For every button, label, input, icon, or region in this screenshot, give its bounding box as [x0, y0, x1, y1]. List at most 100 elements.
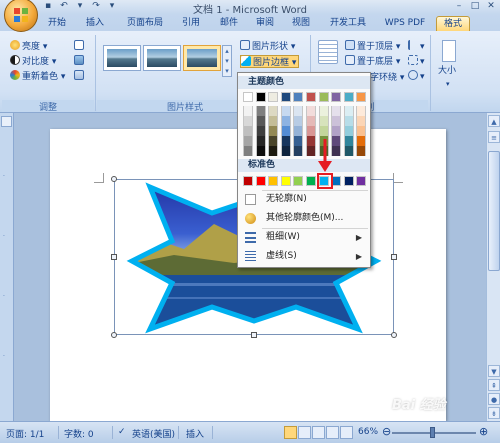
theme-shade-swatch[interactable] [268, 116, 279, 126]
scroll-down-button[interactable]: ▼ [488, 365, 500, 377]
theme-shade-swatch[interactable] [280, 106, 291, 116]
language-label[interactable]: 英语(美国) [132, 427, 175, 440]
theme-shade-swatch[interactable] [356, 136, 367, 146]
tab-home[interactable]: 开始 [42, 16, 72, 31]
theme-shade-swatch[interactable] [318, 126, 329, 136]
standard-color-swatch[interactable] [255, 176, 266, 186]
theme-shade-swatch[interactable] [306, 146, 316, 156]
outline-view-button[interactable] [326, 426, 339, 439]
standard-color-swatch[interactable] [243, 176, 253, 186]
standard-color-swatch[interactable] [356, 176, 367, 186]
group-icon[interactable]: ▾ [408, 55, 425, 68]
size-button[interactable]: 大小 [438, 65, 456, 78]
maximize-button[interactable]: □ [468, 1, 482, 12]
theme-shade-swatch[interactable] [255, 126, 266, 136]
ruler-button[interactable]: ≡ [488, 131, 500, 143]
theme-shade-swatch[interactable] [293, 106, 304, 116]
theme-shade-swatch[interactable] [343, 116, 354, 126]
theme-shade-swatch[interactable] [280, 136, 291, 146]
resize-handle[interactable] [111, 176, 117, 182]
theme-shade-swatch[interactable] [331, 116, 342, 126]
print-layout-view-button[interactable] [284, 426, 297, 439]
draft-view-button[interactable] [340, 426, 353, 439]
theme-shade-swatch[interactable] [255, 106, 266, 116]
text-wrap-button[interactable]: 字环绕 ▾ [370, 72, 404, 85]
qat-dropdown-icon[interactable]: ▾ [74, 1, 86, 12]
theme-shade-swatch[interactable] [268, 106, 279, 116]
position-button[interactable] [318, 40, 340, 64]
zoom-in-button[interactable]: ⊕ [479, 425, 488, 438]
theme-shade-swatch[interactable] [268, 146, 279, 156]
theme-shade-swatch[interactable] [331, 106, 342, 116]
theme-shade-swatch[interactable] [255, 136, 266, 146]
next-page-button[interactable]: ⇟ [488, 407, 500, 419]
theme-shade-swatch[interactable] [343, 146, 354, 156]
theme-shade-swatch[interactable] [255, 116, 266, 126]
resize-handle[interactable] [251, 332, 257, 338]
redo-icon[interactable]: ↷ [90, 1, 102, 12]
tab-wps-pdf[interactable]: WPS PDF [380, 16, 430, 31]
zoom-level[interactable]: 66% [358, 427, 378, 437]
bring-to-front-button[interactable]: 置于顶层 ▾ [345, 40, 400, 53]
theme-shade-swatch[interactable] [306, 136, 316, 146]
minimize-button[interactable]: – [452, 1, 466, 12]
tab-references[interactable]: 引用 [176, 16, 206, 31]
tab-mailings[interactable]: 邮件 [214, 16, 244, 31]
theme-shade-swatch[interactable] [306, 116, 316, 126]
theme-shade-swatch[interactable] [268, 136, 279, 146]
web-layout-view-button[interactable] [312, 426, 325, 439]
theme-shade-swatch[interactable] [293, 146, 304, 156]
ruler-toggle-icon[interactable] [1, 116, 12, 127]
tab-format[interactable]: 格式 [436, 16, 470, 31]
proofing-icon[interactable]: ✓ [118, 427, 126, 437]
theme-shade-swatch[interactable] [243, 116, 253, 126]
change-picture-icon[interactable] [74, 55, 86, 68]
page-count[interactable]: 页面: 1/1 [6, 427, 44, 440]
theme-shade-swatch[interactable] [318, 116, 329, 126]
theme-shade-swatch[interactable] [356, 146, 367, 156]
tab-page-layout[interactable]: 页面布局 [118, 16, 172, 31]
picture-style-thumbnail[interactable] [143, 45, 181, 71]
insert-mode[interactable]: 插入 [186, 427, 204, 440]
theme-shade-swatch[interactable] [293, 136, 304, 146]
theme-shade-swatch[interactable] [280, 146, 291, 156]
theme-color-swatch[interactable] [243, 92, 253, 102]
theme-shade-swatch[interactable] [306, 126, 316, 136]
dash-style-item[interactable]: 虚线(S) ▶ [238, 248, 370, 265]
tab-insert[interactable]: 插入 [80, 16, 110, 31]
save-icon[interactable]: ▪ [42, 1, 54, 12]
align-icon[interactable]: ▾ [408, 40, 425, 53]
picture-style-thumbnail-selected[interactable] [183, 45, 221, 71]
theme-shade-swatch[interactable] [243, 126, 253, 136]
send-to-back-button[interactable]: 置于底层 ▾ [345, 55, 400, 68]
theme-shade-swatch[interactable] [293, 126, 304, 136]
standard-color-swatch[interactable] [293, 176, 304, 186]
theme-shade-swatch[interactable] [331, 146, 342, 156]
theme-shade-swatch[interactable] [343, 106, 354, 116]
theme-shade-swatch[interactable] [306, 106, 316, 116]
theme-shade-swatch[interactable] [243, 146, 253, 156]
standard-color-swatch[interactable] [343, 176, 354, 186]
theme-shade-swatch[interactable] [280, 126, 291, 136]
tab-view[interactable]: 视图 [286, 16, 316, 31]
theme-shade-swatch[interactable] [243, 136, 253, 146]
theme-shade-swatch[interactable] [356, 126, 367, 136]
zoom-out-button[interactable]: ⊖ [382, 425, 391, 438]
undo-icon[interactable]: ↶ [58, 1, 70, 12]
browse-object-button[interactable]: ● [488, 393, 500, 405]
rotate-icon[interactable]: ▾ [408, 70, 425, 83]
no-outline-item[interactable]: 无轮廓(N) [238, 191, 370, 208]
scroll-up-button[interactable]: ▲ [488, 115, 500, 127]
brightness-button[interactable]: 亮度 ▾ [10, 40, 47, 53]
theme-shade-swatch[interactable] [255, 146, 266, 156]
qat-customize-icon[interactable]: ▾ [106, 1, 118, 12]
more-outline-colors-item[interactable]: 其他轮廓颜色(M)... [238, 210, 370, 227]
scroll-thumb[interactable] [488, 151, 500, 271]
theme-shade-swatch[interactable] [293, 116, 304, 126]
recolor-button[interactable]: 重新着色 ▾ [10, 70, 65, 83]
full-screen-view-button[interactable] [298, 426, 311, 439]
line-weight-item[interactable]: 粗细(W) ▶ [238, 229, 370, 246]
theme-shade-swatch[interactable] [356, 116, 367, 126]
close-button[interactable]: ✕ [484, 1, 498, 12]
compress-pictures-icon[interactable] [74, 40, 86, 53]
